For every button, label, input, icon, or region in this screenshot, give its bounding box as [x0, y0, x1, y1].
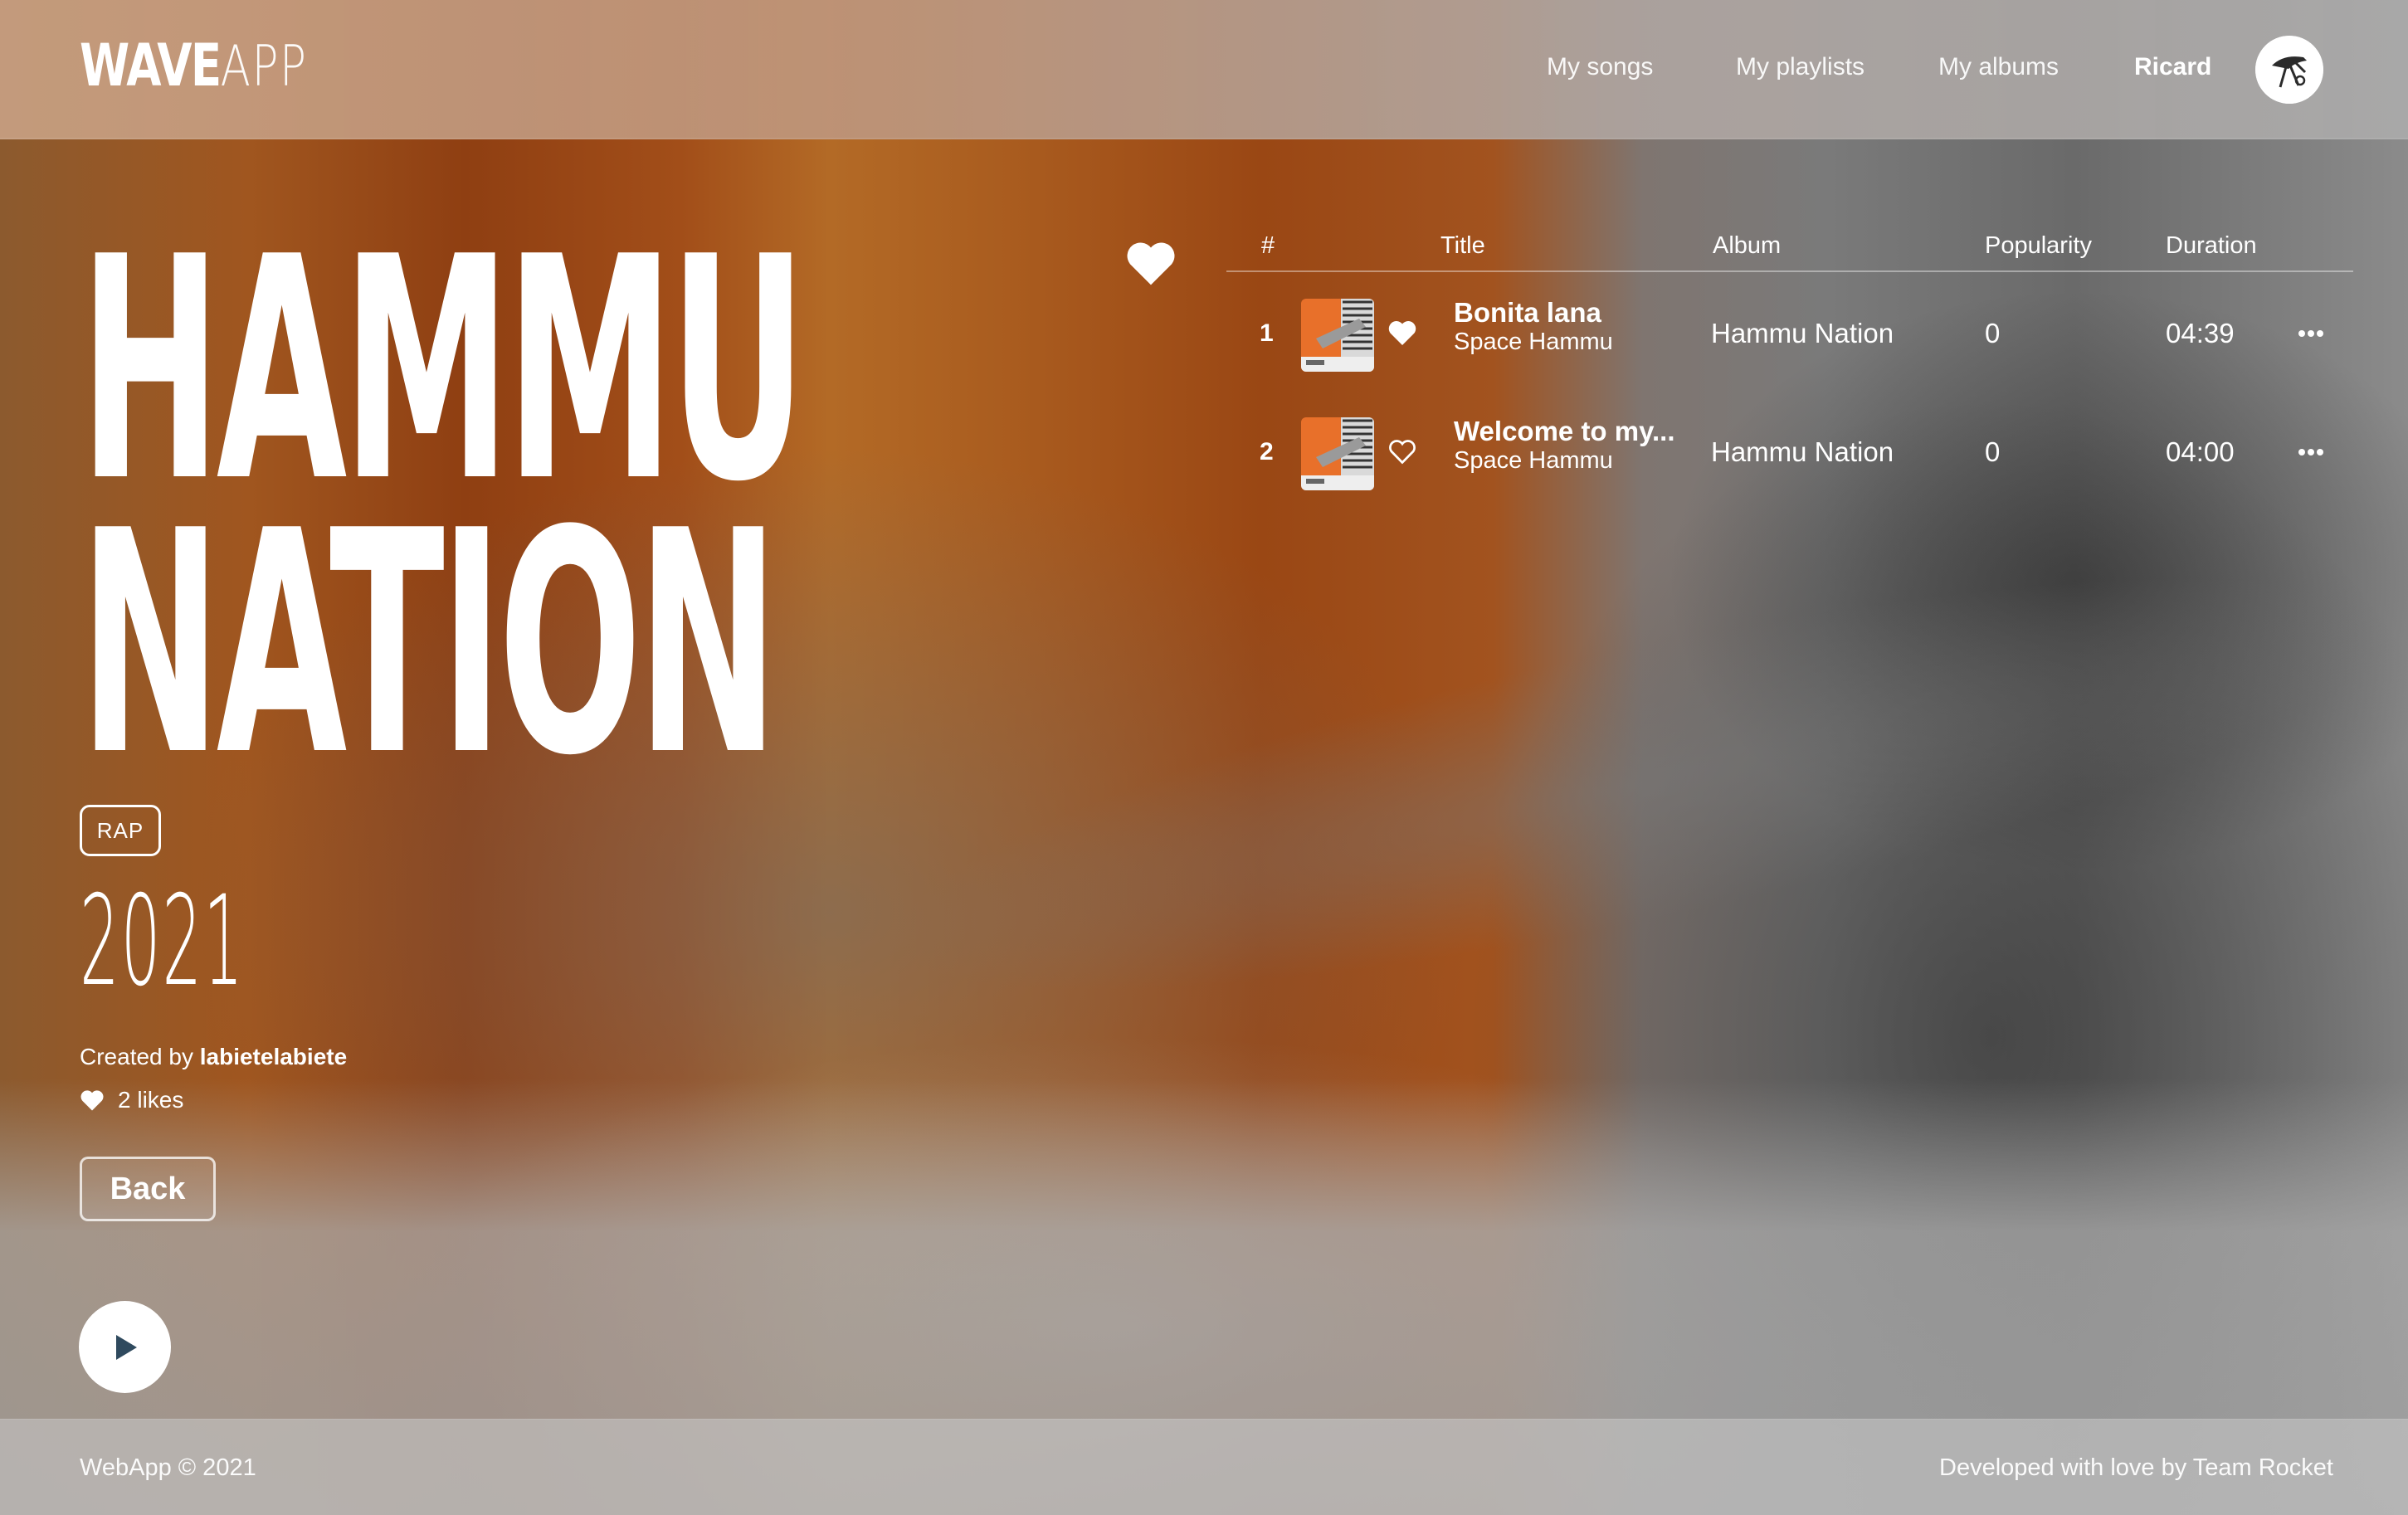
track-number: 1 — [1260, 319, 1274, 347]
nav-my-playlists[interactable]: My playlists — [1736, 53, 1864, 81]
track-popularity: 0 — [1985, 317, 2001, 348]
album-title: HAMMU NATION — [80, 217, 807, 823]
songs-table: # Title Album Popularity Duration 1 Boni… — [1226, 224, 2353, 511]
nav-user-name[interactable]: Ricard — [2134, 53, 2211, 81]
header-popularity: Popularity — [1985, 232, 2092, 259]
track-number: 2 — [1260, 437, 1274, 465]
created-by-label: Created by — [80, 1044, 193, 1069]
album-title-line-2: NATION — [80, 466, 778, 823]
created-by-user[interactable]: labietelabiete — [200, 1044, 347, 1069]
track-artist[interactable]: Space Hammu — [1454, 329, 1613, 356]
table-header: # Title Album Popularity Duration — [1226, 224, 2353, 272]
track-title[interactable]: Bonita lana — [1454, 297, 1601, 329]
genre-badge: RAP — [80, 805, 161, 856]
table-row[interactable]: 2 Welcome to my... Space Hammu Hammu Nat… — [1226, 392, 2353, 511]
likes-count: 2 likes — [80, 1087, 183, 1113]
track-cover-image — [1301, 417, 1374, 490]
track-cover-image — [1301, 299, 1374, 372]
created-by: Created by labietelabiete — [80, 1044, 347, 1070]
header-album: Album — [1713, 232, 1782, 259]
back-button[interactable]: Back — [80, 1157, 216, 1221]
footer-credits: Developed with love by Team Rocket — [1939, 1454, 2333, 1481]
more-options-icon[interactable] — [2297, 442, 2325, 462]
track-album[interactable]: Hammu Nation — [1711, 392, 1894, 511]
nav-my-songs[interactable]: My songs — [1547, 53, 1653, 81]
album-page: WAVE APP My songs My playlists My albums … — [0, 0, 2408, 1515]
table-row[interactable]: 1 Bonita lana Space Hammu Hammu Nation 0… — [1226, 274, 2353, 392]
play-icon — [115, 1334, 137, 1360]
track-duration: 04:00 — [2166, 436, 2235, 467]
liked-heart-icon[interactable] — [1387, 319, 1417, 347]
footer-copyright: WebApp © 2021 — [80, 1454, 256, 1481]
footer: WebApp © 2021 Developed with love by Tea… — [0, 1419, 2408, 1515]
header-title: Title — [1440, 232, 1485, 259]
user-avatar-icon[interactable] — [2255, 36, 2323, 104]
nav-my-albums[interactable]: My albums — [1938, 53, 2059, 81]
heart-icon — [80, 1090, 104, 1111]
track-artist[interactable]: Space Hammu — [1454, 447, 1613, 475]
more-options-icon[interactable] — [2297, 324, 2325, 343]
album-year: 2021 — [80, 870, 245, 1014]
header-number: # — [1261, 232, 1275, 259]
track-title[interactable]: Welcome to my... — [1454, 416, 1675, 447]
main-nav: My songs My playlists My albums Ricard — [0, 53, 2408, 86]
likes-text: 2 likes — [118, 1087, 184, 1113]
track-album[interactable]: Hammu Nation — [1711, 274, 1894, 392]
header-duration: Duration — [2166, 232, 2257, 259]
unliked-heart-icon[interactable] — [1387, 437, 1417, 465]
top-navbar: WAVE APP My songs My playlists My albums … — [0, 0, 2408, 139]
track-duration: 04:39 — [2166, 317, 2235, 348]
track-popularity: 0 — [1985, 436, 2001, 467]
play-button[interactable] — [79, 1301, 171, 1393]
album-favorite-heart-icon[interactable] — [1124, 239, 1177, 287]
